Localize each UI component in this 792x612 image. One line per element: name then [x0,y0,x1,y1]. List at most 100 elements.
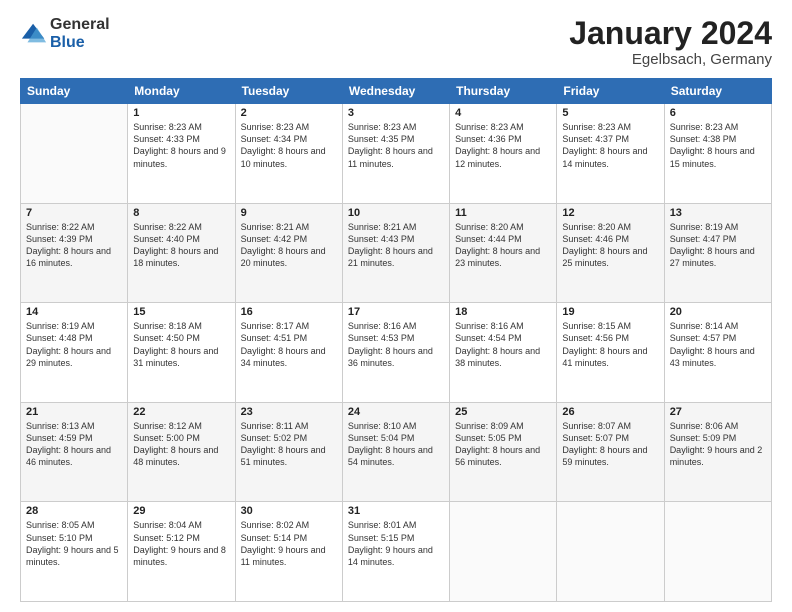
sunset-text: Sunset: 4:57 PM [670,332,766,344]
table-row: 25Sunrise: 8:09 AMSunset: 5:05 PMDayligh… [450,402,557,502]
cell-info: Sunrise: 8:23 AMSunset: 4:35 PMDaylight:… [348,121,444,170]
cell-info: Sunrise: 8:18 AMSunset: 4:50 PMDaylight:… [133,320,229,369]
cell-info: Sunrise: 8:09 AMSunset: 5:05 PMDaylight:… [455,420,551,469]
sunset-text: Sunset: 4:44 PM [455,233,551,245]
sunset-text: Sunset: 4:36 PM [455,133,551,145]
daylight-text: Daylight: 8 hours and 9 minutes. [133,145,229,169]
cell-info: Sunrise: 8:20 AMSunset: 4:44 PMDaylight:… [455,221,551,270]
day-number: 29 [133,505,229,517]
sunset-text: Sunset: 5:10 PM [26,532,122,544]
table-row: 20Sunrise: 8:14 AMSunset: 4:57 PMDayligh… [664,303,771,403]
sunset-text: Sunset: 4:42 PM [241,233,337,245]
col-tuesday: Tuesday [235,79,342,104]
sunset-text: Sunset: 5:02 PM [241,432,337,444]
sunset-text: Sunset: 4:38 PM [670,133,766,145]
sunrise-text: Sunrise: 8:12 AM [133,420,229,432]
sunrise-text: Sunrise: 8:23 AM [241,121,337,133]
calendar-table: Sunday Monday Tuesday Wednesday Thursday… [20,78,772,602]
cell-info: Sunrise: 8:16 AMSunset: 4:54 PMDaylight:… [455,320,551,369]
day-number: 3 [348,107,444,119]
day-number: 22 [133,406,229,418]
day-number: 12 [562,207,658,219]
daylight-text: Daylight: 8 hours and 20 minutes. [241,245,337,269]
table-row: 7Sunrise: 8:22 AMSunset: 4:39 PMDaylight… [21,203,128,303]
cell-info: Sunrise: 8:02 AMSunset: 5:14 PMDaylight:… [241,519,337,568]
daylight-text: Daylight: 8 hours and 29 minutes. [26,345,122,369]
sunset-text: Sunset: 4:34 PM [241,133,337,145]
day-number: 28 [26,505,122,517]
table-row [21,104,128,204]
daylight-text: Daylight: 9 hours and 8 minutes. [133,544,229,568]
sunrise-text: Sunrise: 8:17 AM [241,320,337,332]
sunrise-text: Sunrise: 8:13 AM [26,420,122,432]
sunset-text: Sunset: 5:09 PM [670,432,766,444]
day-number: 17 [348,306,444,318]
sunset-text: Sunset: 4:51 PM [241,332,337,344]
day-number: 1 [133,107,229,119]
col-wednesday: Wednesday [342,79,449,104]
day-number: 11 [455,207,551,219]
daylight-text: Daylight: 8 hours and 31 minutes. [133,345,229,369]
logo: General Blue [20,16,110,51]
table-row [557,502,664,602]
table-row: 16 Sunrise: 8:17 AMSunset: 4:51 PMDayligh… [235,303,342,403]
cell-info: Sunrise: 8:17 AMSunset: 4:51 PMDaylight:… [241,320,337,369]
table-row: 22Sunrise: 8:12 AMSunset: 5:00 PMDayligh… [128,402,235,502]
cell-info: Sunrise: 8:19 AMSunset: 4:47 PMDaylight:… [670,221,766,270]
sunset-text: Sunset: 4:59 PM [26,432,122,444]
daylight-text: Daylight: 9 hours and 14 minutes. [348,544,444,568]
cell-info: Sunrise: 8:14 AMSunset: 4:57 PMDaylight:… [670,320,766,369]
day-number: 26 [562,406,658,418]
sunrise-text: Sunrise: 8:22 AM [26,221,122,233]
table-row: 24Sunrise: 8:10 AMSunset: 5:04 PMDayligh… [342,402,449,502]
cell-info: Sunrise: 8:01 AMSunset: 5:15 PMDaylight:… [348,519,444,568]
table-row: 12Sunrise: 8:20 AMSunset: 4:46 PMDayligh… [557,203,664,303]
sunset-text: Sunset: 5:07 PM [562,432,658,444]
table-row: 19Sunrise: 8:15 AMSunset: 4:56 PMDayligh… [557,303,664,403]
day-number: 19 [562,306,658,318]
table-row: 11 Sunrise: 8:20 AMSunset: 4:44 PMDayligh… [450,203,557,303]
sunset-text: Sunset: 5:15 PM [348,532,444,544]
sunset-text: Sunset: 4:39 PM [26,233,122,245]
table-row: 17Sunrise: 8:16 AMSunset: 4:53 PMDayligh… [342,303,449,403]
day-number: 14 [26,306,122,318]
cell-info: Sunrise: 8:04 AMSunset: 5:12 PMDaylight:… [133,519,229,568]
daylight-text: Daylight: 8 hours and 38 minutes. [455,345,551,369]
day-number: 21 [26,406,122,418]
table-row: 13Sunrise: 8:19 AMSunset: 4:47 PMDayligh… [664,203,771,303]
sunset-text: Sunset: 4:43 PM [348,233,444,245]
sunset-text: Sunset: 5:00 PM [133,432,229,444]
cell-info: Sunrise: 8:11 AMSunset: 5:02 PMDaylight:… [241,420,337,469]
sunrise-text: Sunrise: 8:01 AM [348,519,444,531]
daylight-text: Daylight: 8 hours and 54 minutes. [348,444,444,468]
day-number: 15 [133,306,229,318]
day-number: 8 [133,207,229,219]
table-row: 28Sunrise: 8:05 AMSunset: 5:10 PMDayligh… [21,502,128,602]
logo-text: General Blue [50,16,110,51]
table-row: 15 Sunrise: 8:18 AMSunset: 4:50 PMDayligh… [128,303,235,403]
sunrise-text: Sunrise: 8:15 AM [562,320,658,332]
daylight-text: Daylight: 8 hours and 51 minutes. [241,444,337,468]
month-title: January 2024 [569,16,772,51]
cell-info: Sunrise: 8:23 AMSunset: 4:33 PMDaylight:… [133,121,229,170]
daylight-text: Daylight: 9 hours and 5 minutes. [26,544,122,568]
daylight-text: Daylight: 9 hours and 2 minutes. [670,444,766,468]
daylight-text: Daylight: 8 hours and 10 minutes. [241,145,337,169]
table-row: 6Sunrise: 8:23 AMSunset: 4:38 PMDaylight… [664,104,771,204]
sunrise-text: Sunrise: 8:11 AM [241,420,337,432]
day-number: 6 [670,107,766,119]
calendar-week-row: 21 Sunrise: 8:13 AMSunset: 4:59 PM Dayligh… [21,402,772,502]
col-sunday: Sunday [21,79,128,104]
sunset-text: Sunset: 4:46 PM [562,233,658,245]
col-saturday: Saturday [664,79,771,104]
daylight-text: Daylight: 8 hours and 12 minutes. [455,145,551,169]
day-number: 16 [241,306,337,318]
logo-general: General [50,16,110,34]
day-number: 27 [670,406,766,418]
day-number: 10 [348,207,444,219]
table-row: 18Sunrise: 8:16 AMSunset: 4:54 PMDayligh… [450,303,557,403]
daylight-text: Daylight: 8 hours and 21 minutes. [348,245,444,269]
cell-info: Sunrise: 8:23 AMSunset: 4:36 PMDaylight:… [455,121,551,170]
table-row [450,502,557,602]
logo-icon [20,20,48,48]
